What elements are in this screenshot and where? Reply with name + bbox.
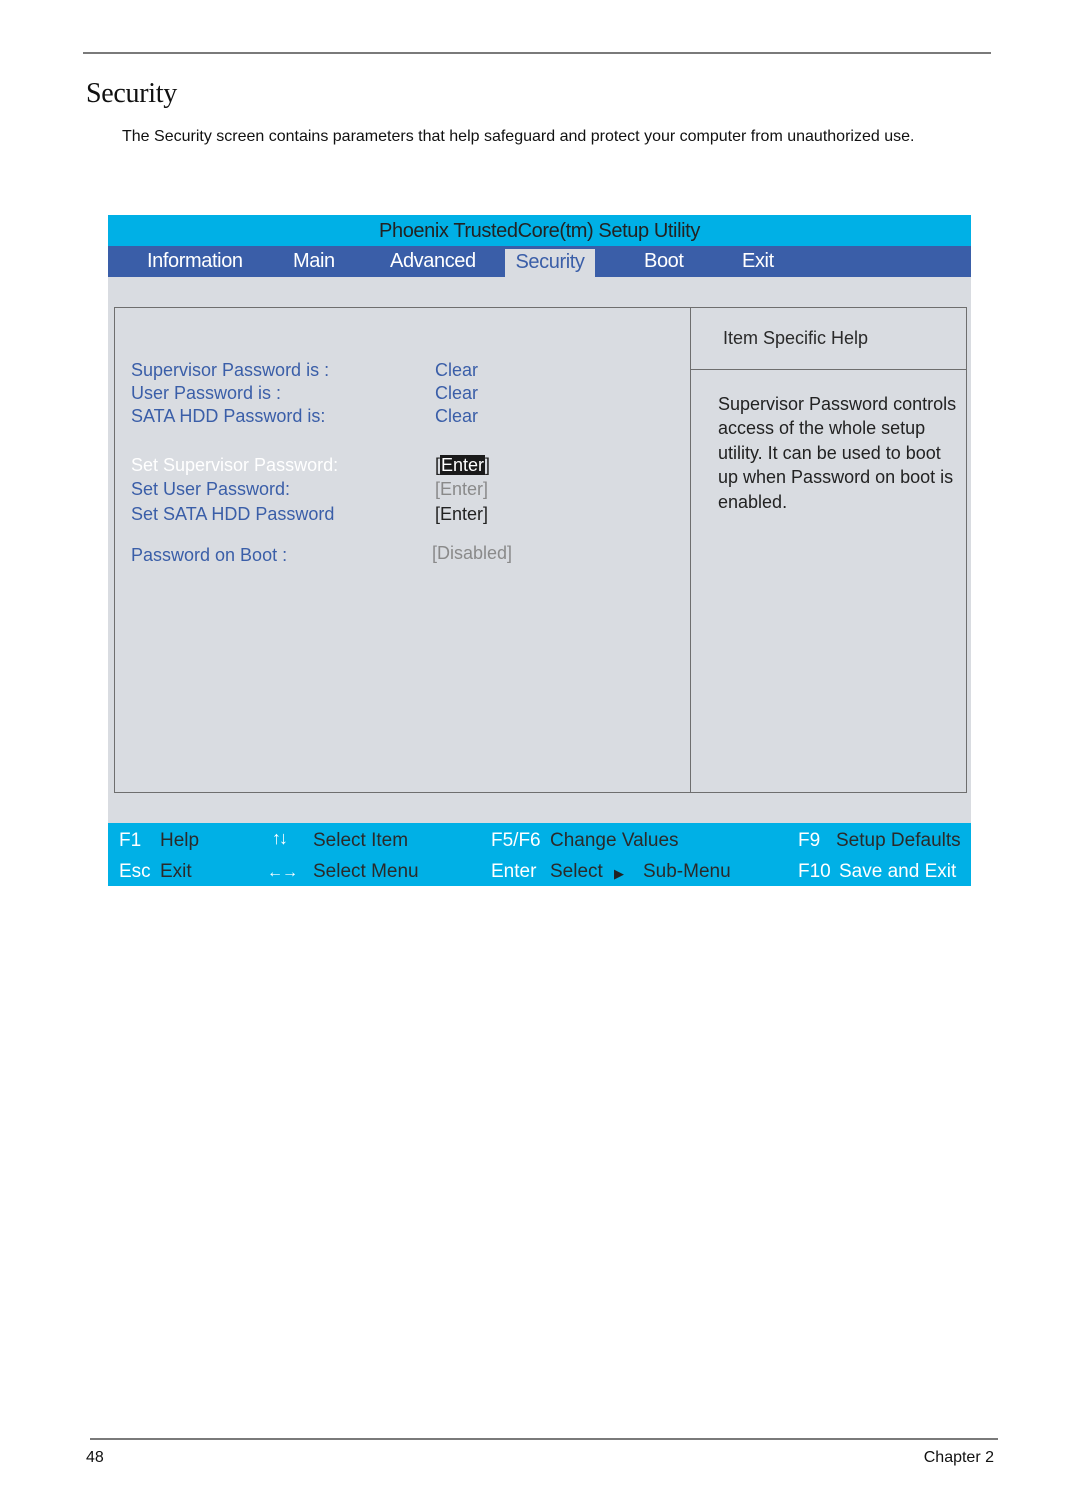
bios-menu-bar: Information Main Advanced Security Boot … <box>108 246 971 277</box>
supervisor-password-status-label: Supervisor Password is : <box>131 360 330 380</box>
set-sata-hdd-password-label[interactable]: Set SATA HDD Password <box>131 504 334 525</box>
set-sata-hdd-password-value[interactable]: [Enter] <box>435 504 488 525</box>
intro-paragraph: The Security screen contains parameters … <box>122 128 915 145</box>
user-password-status-value: Clear <box>435 383 479 403</box>
set-supervisor-password-label[interactable]: Set Supervisor Password: <box>131 455 338 476</box>
change-values-desc: Change Values <box>550 830 679 851</box>
tab-information[interactable]: Information <box>147 246 243 277</box>
page-number: 48 <box>86 1449 104 1466</box>
tab-advanced[interactable]: Advanced <box>390 246 476 277</box>
header-rule <box>83 52 991 54</box>
esc-exit-desc: Exit <box>160 861 192 882</box>
help-title: Item Specific Help <box>723 328 869 348</box>
left-right-arrows-icon: ←→ <box>267 864 298 881</box>
password-on-boot-value[interactable]: [Disabled] <box>432 543 512 564</box>
bios-screenshot: Phoenix TrustedCore(tm) Setup Utility In… <box>108 215 971 886</box>
settings-panel: Supervisor Password is : Clear User Pass… <box>114 307 691 793</box>
up-down-arrows-icon: ↑↓ <box>272 828 288 848</box>
submenu-desc: Sub-Menu <box>643 861 731 882</box>
f1-key: F1 <box>119 830 142 851</box>
set-supervisor-password-value[interactable]: [Enter] <box>435 455 490 476</box>
enter-select-desc: Select <box>550 861 603 882</box>
bios-title-bar: Phoenix TrustedCore(tm) Setup Utility <box>108 215 971 246</box>
password-on-boot-label[interactable]: Password on Boot : <box>131 545 287 566</box>
save-and-exit-desc: Save and Exit <box>839 861 957 882</box>
help-text: Supervisor Password controls access of t… <box>718 394 957 512</box>
set-user-password-value[interactable]: [Enter] <box>435 479 488 500</box>
item-help-panel: Item Specific Help Supervisor Password c… <box>690 307 967 793</box>
chapter-label: Chapter 2 <box>923 1449 994 1466</box>
tab-security[interactable]: Security <box>505 249 595 277</box>
f9-key: F9 <box>798 830 821 851</box>
bios-status-bar: F1 Help Esc Exit ↑↓ Select Item ←→ Selec… <box>108 823 971 886</box>
sata-hdd-password-status-label: SATA HDD Password is: <box>131 406 326 426</box>
select-item-desc: Select Item <box>313 830 409 851</box>
select-menu-desc: Select Menu <box>313 861 419 882</box>
f1-help-desc: Help <box>160 830 200 851</box>
set-user-password-label[interactable]: Set User Password: <box>131 479 290 500</box>
supervisor-password-status-value: Clear <box>435 360 479 380</box>
esc-key: Esc <box>119 861 151 882</box>
tab-boot[interactable]: Boot <box>644 246 684 277</box>
footer-rule <box>90 1438 998 1440</box>
tab-exit[interactable]: Exit <box>742 246 774 277</box>
f5-f6-key: F5/F6 <box>491 830 541 851</box>
user-password-status-label: User Password is : <box>131 383 282 403</box>
f10-key: F10 <box>798 861 831 882</box>
submenu-triangle-icon: ▶ <box>614 866 624 881</box>
page-title: Security <box>86 78 177 109</box>
enter-key: Enter <box>491 861 537 882</box>
help-header: Item Specific Help <box>691 308 966 370</box>
tab-main[interactable]: Main <box>293 246 335 277</box>
selected-value-highlight: Enter <box>440 455 486 475</box>
setup-defaults-desc: Setup Defaults <box>836 830 961 851</box>
bracket-close: ] <box>485 455 491 475</box>
sata-hdd-password-status-value: Clear <box>435 406 479 426</box>
